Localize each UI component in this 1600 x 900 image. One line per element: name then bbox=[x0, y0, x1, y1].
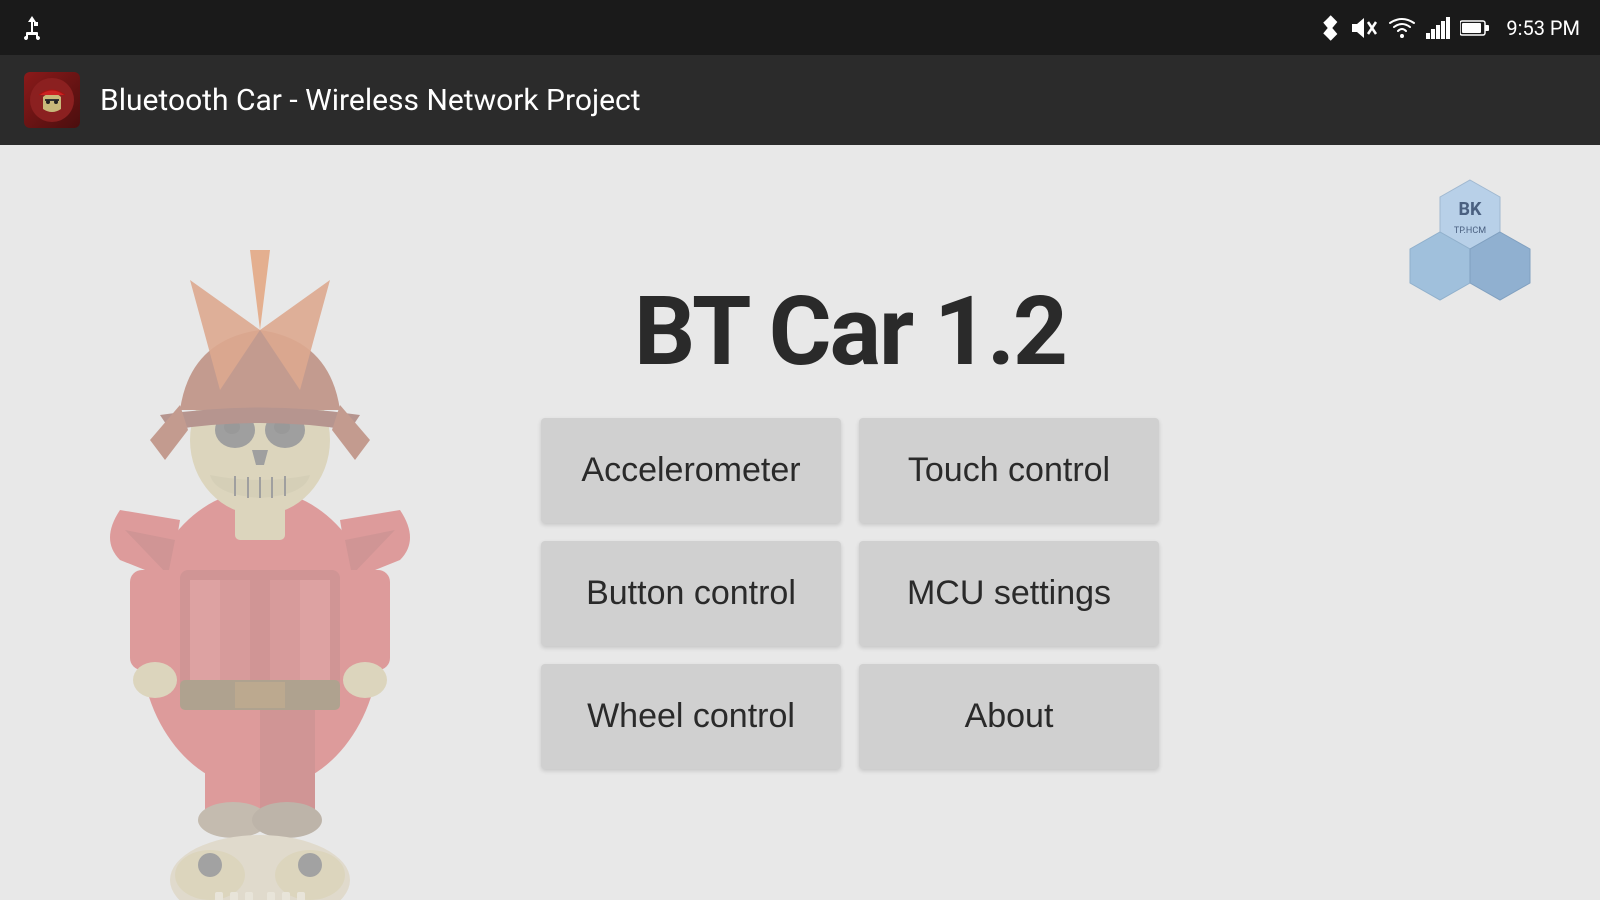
wheel-control-button[interactable]: Wheel control bbox=[541, 664, 841, 769]
samurai-illustration bbox=[0, 145, 520, 900]
bk-logo: BK TP.HCM bbox=[1400, 175, 1540, 315]
signal-icon bbox=[1426, 17, 1450, 39]
center-content: BT Car 1.2 Accelerometer Touch control B… bbox=[541, 276, 1159, 769]
app-name: BT Car 1.2 bbox=[634, 276, 1066, 388]
main-content: BK TP.HCM BT Car 1.2 Accelerometer Touch… bbox=[0, 145, 1600, 900]
status-bar: 9:53 PM bbox=[0, 0, 1600, 55]
mcu-settings-button[interactable]: MCU settings bbox=[859, 541, 1159, 646]
status-time: 9:53 PM bbox=[1506, 16, 1580, 40]
mute-icon bbox=[1350, 16, 1378, 40]
button-grid: Accelerometer Touch control Button contr… bbox=[541, 418, 1159, 769]
app-bar: Bluetooth Car - Wireless Network Project bbox=[0, 55, 1600, 145]
status-right: 9:53 PM bbox=[1320, 14, 1580, 42]
app-bar-title: Bluetooth Car - Wireless Network Project bbox=[100, 83, 641, 118]
battery-icon bbox=[1460, 18, 1490, 38]
wifi-icon bbox=[1388, 17, 1416, 39]
accelerometer-button[interactable]: Accelerometer bbox=[541, 418, 841, 523]
about-button[interactable]: About bbox=[859, 664, 1159, 769]
usb-icon bbox=[20, 14, 44, 42]
svg-text:BK: BK bbox=[1459, 199, 1482, 220]
status-left bbox=[20, 14, 44, 42]
button-control-button[interactable]: Button control bbox=[541, 541, 841, 646]
app-icon bbox=[24, 72, 80, 128]
bluetooth-icon bbox=[1320, 14, 1340, 42]
touch-control-button[interactable]: Touch control bbox=[859, 418, 1159, 523]
svg-text:TP.HCM: TP.HCM bbox=[1454, 226, 1486, 236]
